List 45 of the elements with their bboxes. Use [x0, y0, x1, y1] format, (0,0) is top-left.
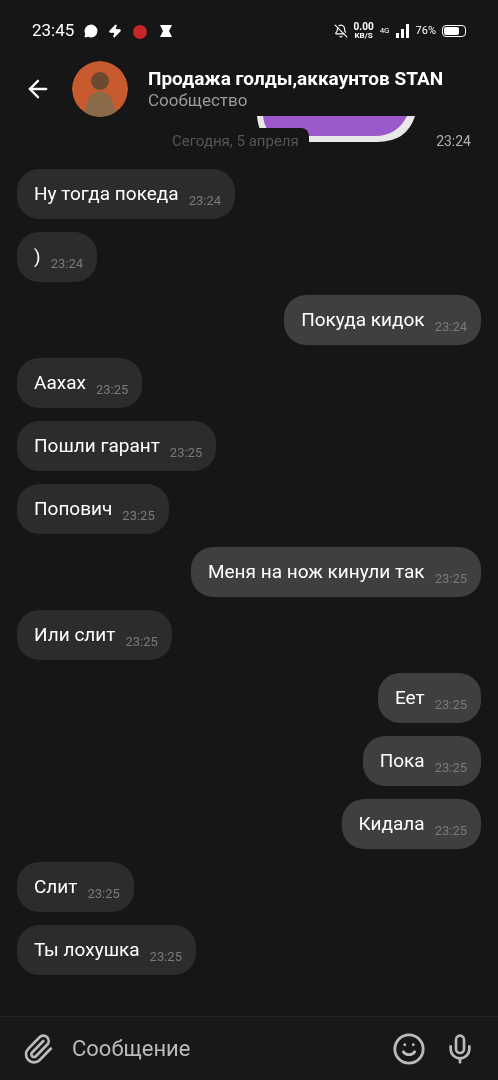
status-time: 23:45 — [32, 19, 75, 43]
emoji-icon[interactable] — [392, 1031, 426, 1066]
message-time: 23:25 — [149, 948, 182, 967]
message-time: 23:25 — [95, 381, 129, 400]
message-text: Ты лохушка — [34, 936, 140, 963]
network-label: 4G — [379, 25, 390, 37]
message-text: Попович — [34, 495, 113, 522]
message-time: 23:24 — [188, 192, 221, 211]
message-text: Ну тогда покеда — [34, 180, 179, 207]
message-text: Слит — [34, 873, 78, 900]
message-time: 23:25 — [434, 696, 467, 715]
message-text: Меня на нож кинули так — [207, 558, 425, 585]
message-text: Еет — [394, 684, 425, 711]
message-time: 23:25 — [434, 759, 467, 778]
message-time: 23:24 — [434, 318, 467, 337]
message-text: Покуда кидок — [301, 306, 425, 333]
chat-title: Продажа голды,аккаунтов STAN — [148, 66, 444, 91]
app-icon — [158, 23, 175, 39]
message-text: ) — [34, 243, 41, 270]
message-time: 23:24 — [50, 255, 83, 274]
message-text: Пока — [379, 747, 425, 774]
message-time: 23:25 — [87, 885, 120, 904]
speed-unit: KB/S — [354, 32, 373, 40]
mute-icon — [333, 24, 348, 38]
message-field[interactable]: Сообщение — [72, 1032, 374, 1065]
speed-value: 0.00 — [353, 22, 374, 32]
battery-icon — [442, 25, 466, 37]
message-text: Пошли гарант — [34, 432, 160, 459]
chat-subtitle: Сообщество — [148, 90, 249, 112]
battery-percent: 76% — [415, 22, 436, 39]
message-time: 23:24 — [436, 132, 471, 151]
message-time: 23:25 — [122, 507, 155, 526]
message-time: 23:25 — [125, 633, 158, 652]
message-time: 23:25 — [434, 570, 467, 589]
message-time: 23:25 — [169, 444, 203, 463]
app-icon — [132, 23, 149, 39]
avatar[interactable] — [72, 61, 128, 117]
chat-icon — [84, 24, 99, 38]
bolt-icon — [108, 24, 123, 38]
message-time: 23:25 — [434, 822, 467, 841]
message-text: Или слит — [34, 621, 116, 648]
message-text: Кидала — [358, 810, 425, 837]
message-text: Аахах — [34, 369, 86, 396]
attach-icon[interactable] — [22, 1032, 54, 1065]
signal-icon — [395, 24, 410, 38]
